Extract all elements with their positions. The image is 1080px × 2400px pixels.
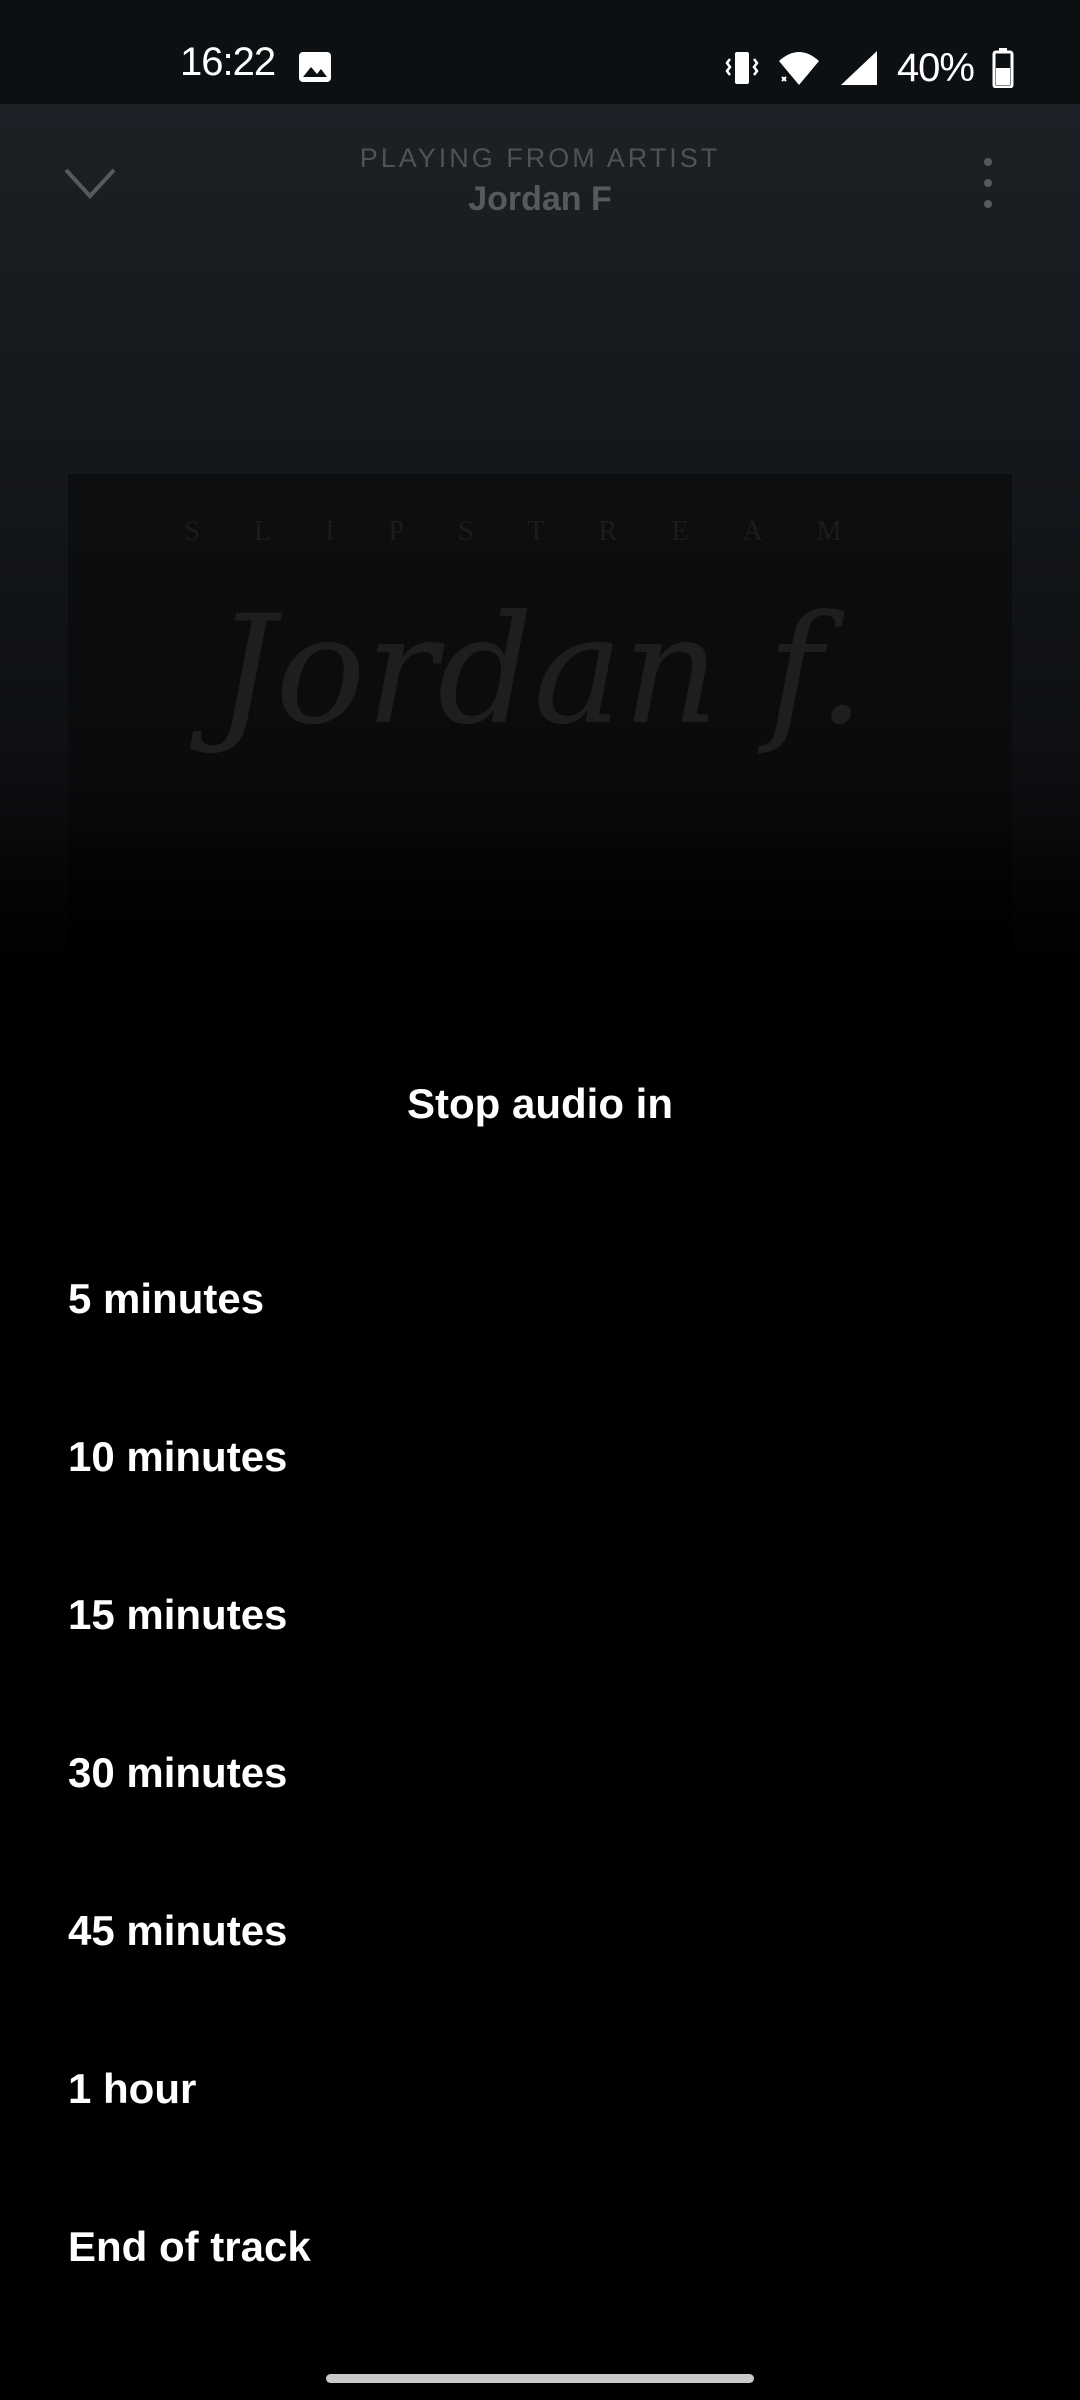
signal-icon	[840, 51, 877, 85]
timer-option-15-minutes[interactable]: 15 minutes	[0, 1536, 1080, 1694]
dim-fade	[0, 820, 1080, 1020]
timer-option-45-minutes[interactable]: 45 minutes	[0, 1852, 1080, 2010]
sheet-title: Stop audio in	[407, 1080, 673, 1127]
timer-option-5-minutes[interactable]: 5 minutes	[0, 1220, 1080, 1378]
sleep-timer-sheet: Stop audio in 5 minutes 10 minutes 15 mi…	[0, 1020, 1080, 2400]
screen: 16:22 40% PLAYING FROM ARTIST Jordan F S…	[0, 0, 1080, 2400]
wifi-icon	[778, 52, 819, 85]
timer-option-end-of-track[interactable]: End of track	[0, 2168, 1080, 2326]
album-art-top-text: SLIPSTREAM	[184, 516, 896, 547]
gallery-icon	[299, 52, 331, 82]
more-options-icon[interactable]	[980, 154, 996, 212]
battery-percent: 40%	[896, 45, 975, 90]
status-bar: 16:22 40%	[0, 0, 1080, 104]
album-art-script-text: Jordan f.	[215, 584, 865, 758]
playing-from-title: Jordan F	[468, 180, 612, 218]
status-time: 16:22	[180, 40, 276, 84]
status-right-group: 40%	[725, 46, 1014, 90]
battery-icon	[992, 48, 1014, 88]
timer-option-10-minutes[interactable]: 10 minutes	[0, 1378, 1080, 1536]
gesture-nav-handle[interactable]	[326, 2374, 754, 2383]
timer-option-1-hour[interactable]: 1 hour	[0, 2010, 1080, 2168]
playing-from-label: PLAYING FROM ARTIST	[359, 143, 721, 173]
vibrate-icon	[725, 52, 759, 84]
timer-option-30-minutes[interactable]: 30 minutes	[0, 1694, 1080, 1852]
timer-option-list: 5 minutes 10 minutes 15 minutes 30 minut…	[0, 1220, 1080, 2326]
